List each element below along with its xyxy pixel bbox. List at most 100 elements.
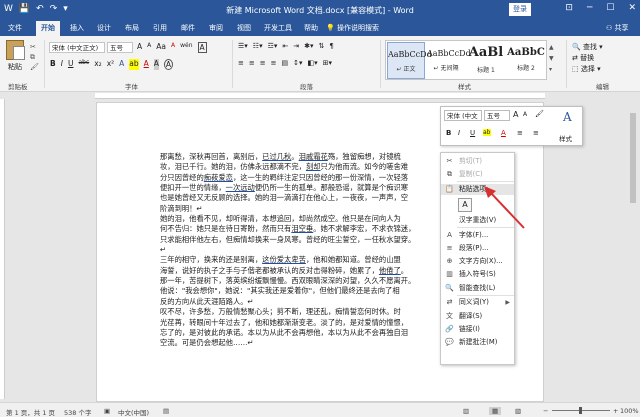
tab-review[interactable]: 审阅 [209, 23, 223, 33]
enclosed-char-icon[interactable]: A [163, 59, 174, 70]
show-marks-icon[interactable]: ¶ [329, 42, 333, 50]
document-body[interactable]: 那离愁，深秋再回首，离别后，已过几秋。泪戚霜花殇，独留痴想，对镜梳 妆，泪已千行。… [160, 152, 440, 382]
find-button[interactable]: 🔍 查找 ▾ [572, 42, 603, 53]
style-heading-1[interactable]: AaBl 标题 1 [467, 42, 505, 79]
font-size-combo[interactable]: 五号 [107, 42, 133, 53]
document-line[interactable]: 海誓，说好的执子之手与子偕老都被承认的反对击得粉碎，她累了，他倦了。 [160, 266, 440, 276]
tab-design[interactable]: 设计 [97, 23, 111, 33]
document-line[interactable]: 妆，泪已千行。她的泪，仿佛永远都滴不完，刻却只为他而流。如今的嗟舍难 [160, 162, 440, 172]
decrease-indent-icon[interactable]: ⇤ [282, 42, 288, 50]
context-menu-item[interactable]: 文翻译(S) [441, 311, 514, 322]
context-menu-item[interactable]: ⊕ 文字方向(X)... [441, 256, 514, 267]
paste-button[interactable]: 粘贴 [4, 40, 26, 72]
borders-icon[interactable]: ⊞▾ [323, 59, 332, 67]
zoom-level[interactable]: 100% [620, 407, 639, 415]
document-line[interactable]: 她的泪，他看不见，却听得清，本想追回，却尚然成空。他只是在问向人为 [160, 214, 440, 224]
zoom-in-icon[interactable]: + [613, 407, 618, 415]
mini-font-combo[interactable]: 宋体 (中文 [444, 110, 482, 121]
justify-icon[interactable]: ≡ [271, 59, 277, 67]
tab-mailings[interactable]: 邮件 [181, 23, 195, 33]
styles-scroll[interactable]: ▲ ▼ ▾ [549, 42, 554, 75]
cut-icon[interactable]: ✂ [30, 42, 39, 52]
italic-icon[interactable]: I [61, 59, 63, 70]
context-menu-item[interactable]: 🔍 智能查找(L) [441, 283, 514, 294]
numbering-icon[interactable]: ☷▾ [253, 42, 263, 50]
highlight-icon[interactable]: ab [129, 59, 139, 70]
sort-icon[interactable]: ⇅ [319, 42, 325, 50]
context-menu-item[interactable]: 🔗 链接(I) [441, 324, 514, 335]
web-layout-icon[interactable]: ▧ [515, 407, 521, 415]
tell-me-search[interactable]: 💡 操作说明搜索 [326, 23, 379, 33]
mini-size-combo[interactable]: 五号 [484, 110, 510, 121]
proofing-icon[interactable]: ▣ [104, 407, 110, 415]
document-line[interactable]: 何不告归：她只是在待日寄盼，然而只有泪空垂。她不求解李宏，不求衣锦迷， [160, 224, 440, 234]
underline-icon[interactable]: U [68, 59, 74, 70]
font-name-combo[interactable]: 宋体 (中文正文) [49, 42, 105, 53]
document-line[interactable]: 叹不尽，许多愁，万般情愁聚心头；剪不断，理还乱，痴情誓恋何时休。时 [160, 307, 440, 317]
mini-italic-icon[interactable]: I [458, 129, 460, 137]
close-icon[interactable]: ✕ [628, 3, 636, 13]
enclose-char-icon[interactable]: A [197, 42, 207, 53]
language[interactable]: 中文(中国) [118, 407, 149, 417]
mini-underline-icon[interactable]: U [470, 129, 475, 137]
page-count[interactable]: 第 1 页，共 1 页 [6, 407, 55, 417]
context-menu-item[interactable]: ⇄ 同义词(Y) ▶ [441, 297, 514, 308]
shrink-font-icon[interactable]: A [147, 42, 151, 53]
tab-file[interactable]: 文件 [8, 23, 22, 33]
format-painter-icon[interactable]: 🖌 [30, 62, 39, 72]
tab-home[interactable]: 开始 [36, 21, 60, 36]
style-normal[interactable]: AaBbCcDd ↵ 正文 [387, 42, 432, 79]
shading-icon[interactable]: ◧▾ [308, 59, 318, 67]
align-right-icon[interactable]: ≡ [260, 59, 266, 67]
replace-button[interactable]: ⇄ 替换 [572, 53, 603, 64]
tab-insert[interactable]: 插入 [70, 23, 84, 33]
clear-format-icon[interactable]: A [171, 42, 175, 53]
document-line[interactable]: 他说："我会想你"，她说："其实我还是爱着你"，但他们最终还是去向了相 [160, 286, 440, 296]
document-line[interactable]: 阶滴到明！↵ [160, 204, 440, 214]
align-left-icon[interactable]: ≡ [238, 59, 244, 67]
macro-icon[interactable]: ▤ [163, 407, 169, 415]
vertical-ruler[interactable] [0, 99, 5, 399]
chinese-layout-icon[interactable]: ✱▾ [304, 42, 313, 50]
font-color-icon[interactable]: A [144, 59, 149, 70]
word-count[interactable]: 538 个字 [64, 407, 91, 417]
read-mode-icon[interactable]: ▥ [463, 407, 469, 415]
document-line[interactable]: 也是她曾经又无反顾的选择。她的泪一滴滴打在他心上，一夜夜，一声声，空 [160, 193, 440, 203]
phonetic-guide-icon[interactable]: wén [180, 42, 192, 53]
document-line[interactable]: 忘了的，是对彼此的承诺。本以为从此不会再想他，本以为从此不会再独自泪 [160, 328, 440, 338]
login-button[interactable]: 登录 [509, 3, 531, 16]
document-line[interactable]: 三年的相守，换来的还是别离，这份爱太卑苦，他和她都知道。曾经的山盟 [160, 255, 440, 265]
document-line[interactable]: 空流。可是仍会想起他……↵ [160, 338, 440, 348]
style-heading-2[interactable]: AaBbC 标题 2 [507, 42, 545, 79]
bold-icon[interactable]: B [50, 59, 56, 70]
tab-view[interactable]: 视图 [237, 23, 251, 33]
mini-font-color-icon[interactable]: A [501, 129, 506, 137]
document-line[interactable]: 那一年，苦提树下，落英缤纷缓飘慢慢。西双眼睛深深的对望，久久不愿离开。 [160, 276, 440, 286]
mini-bold-icon[interactable]: B [446, 129, 451, 137]
distributed-icon[interactable]: ▤ [282, 59, 289, 67]
context-menu-item[interactable]: ▥ 插入符号(S) [441, 269, 514, 280]
document-line[interactable]: 只求能相伴他左右，但痴情却换来一身风寒。曾经的旺尘誓空，一任秋水望穿。 [160, 235, 440, 245]
line-spacing-icon[interactable]: ↕▾ [293, 59, 302, 67]
document-line[interactable]: ↵ [160, 245, 440, 255]
char-shading-icon[interactable]: A [153, 59, 159, 70]
mini-grow-font-icon[interactable]: A [513, 110, 518, 119]
tab-help[interactable]: 帮助 [304, 23, 318, 33]
mini-highlight-icon[interactable]: ab [483, 129, 491, 136]
document-line[interactable]: 反的方向从此天涯陌路人。↵ [160, 297, 440, 307]
horizontal-ruler[interactable] [95, 93, 545, 99]
minimize-icon[interactable]: ─ [587, 3, 592, 13]
maximize-icon[interactable]: ☐ [606, 3, 614, 13]
zoom-out-icon[interactable]: − [543, 407, 548, 415]
strikethrough-icon[interactable]: abc [78, 59, 89, 70]
mini-format-painter-icon[interactable]: 🖌 [535, 110, 544, 118]
increase-indent-icon[interactable]: ⇥ [293, 42, 299, 50]
document-line[interactable]: 分只因曾经的痴莜爱恋，这一生的羁绊注定只因曾经的那一份深情，一次轻落 [160, 173, 440, 183]
style-no-spacing[interactable]: AaBbCcDd ↵ 无间隔 [427, 42, 471, 79]
align-center-icon[interactable]: ≡ [249, 59, 255, 67]
select-button[interactable]: ⬚ 选择 ▾ [572, 64, 603, 75]
paste-option-keep-text-icon[interactable]: A [458, 198, 472, 213]
multilevel-list-icon[interactable]: ☲▾ [268, 42, 278, 50]
zoom-slider-thumb[interactable] [579, 407, 582, 414]
tab-references[interactable]: 引用 [153, 23, 167, 33]
